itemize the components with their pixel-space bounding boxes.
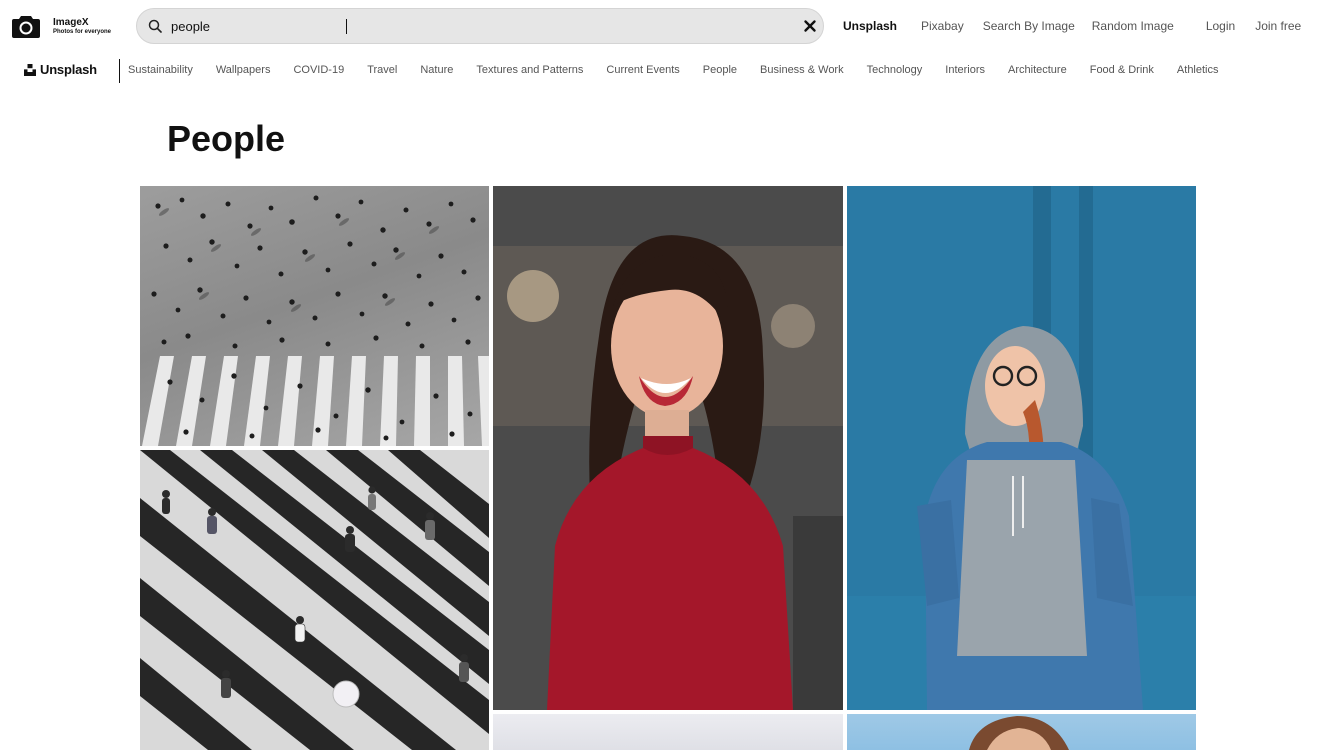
photo-woman-hoodie-blue-wall[interactable]: [847, 186, 1196, 710]
photo-diagonal-crossing[interactable]: [140, 450, 489, 750]
login-link[interactable]: Login: [1206, 19, 1235, 33]
photo-bottom-sky-portrait[interactable]: [847, 714, 1196, 750]
brand-tagline: Photos for everyone: [53, 28, 112, 35]
nav-item-technology[interactable]: Technology: [867, 64, 923, 76]
nav-item-current-events[interactable]: Current Events: [606, 64, 679, 76]
close-icon[interactable]: [803, 19, 817, 33]
brand-text: ImageX Photos for everyone: [53, 17, 111, 36]
search-icon: [148, 19, 162, 33]
nav-item-sustainability[interactable]: Sustainability: [128, 64, 193, 76]
text-caret: [346, 19, 347, 34]
top-link-unsplash[interactable]: Unsplash: [843, 19, 897, 33]
nav-item-people[interactable]: People: [703, 64, 737, 76]
category-list: Sustainability Wallpapers COVID-19 Trave…: [128, 64, 1242, 76]
top-link-pixabay[interactable]: Pixabay: [921, 19, 964, 33]
nav-item-textures-and-patterns[interactable]: Textures and Patterns: [476, 64, 583, 76]
nav-item-business-work[interactable]: Business & Work: [760, 64, 844, 76]
nav-item-covid-19[interactable]: COVID-19: [293, 64, 344, 76]
nav-item-athletics[interactable]: Athletics: [1177, 64, 1219, 76]
page-title: People: [167, 118, 286, 159]
nav-item-architecture[interactable]: Architecture: [1008, 64, 1067, 76]
join-free-link[interactable]: Join free: [1255, 19, 1301, 33]
category-nav: Unsplash Sustainability Wallpapers COVID…: [0, 56, 1333, 86]
nav-item-wallpapers[interactable]: Wallpapers: [216, 64, 271, 76]
nav-divider: [119, 59, 120, 83]
nav-item-nature[interactable]: Nature: [420, 64, 453, 76]
nav-item-interiors[interactable]: Interiors: [945, 64, 985, 76]
camera-icon: [12, 16, 40, 38]
nav-item-food-drink[interactable]: Food & Drink: [1090, 64, 1154, 76]
nav-item-travel[interactable]: Travel: [367, 64, 397, 76]
top-links: Unsplash Pixabay Search By Image Random …: [843, 18, 1301, 34]
search-input[interactable]: [171, 16, 771, 36]
top-bar: ImageX Photos for everyone Unsplash Pixa…: [0, 0, 1333, 52]
unsplash-logo-icon: [24, 63, 36, 76]
brand-logo[interactable]: ImageX Photos for everyone: [12, 12, 111, 40]
photo-smiling-woman-red-top[interactable]: [493, 186, 843, 710]
photo-bottom-light[interactable]: [493, 714, 843, 750]
photo-crowd-crossing[interactable]: [140, 186, 489, 446]
unsplash-logo-text: Unsplash: [40, 62, 97, 77]
top-link-random-image[interactable]: Random Image: [1092, 19, 1174, 33]
brand-name: ImageX: [53, 16, 89, 28]
search-bar[interactable]: [136, 8, 824, 44]
unsplash-logo[interactable]: Unsplash: [24, 62, 97, 77]
top-link-search-by-image[interactable]: Search By Image: [983, 19, 1075, 33]
